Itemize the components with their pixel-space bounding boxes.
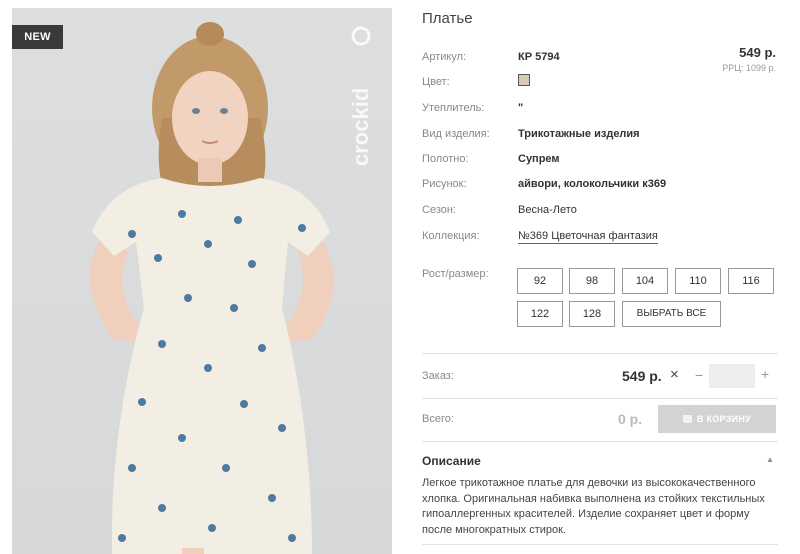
divider bbox=[422, 398, 778, 399]
size-button-98[interactable]: 98 bbox=[569, 268, 615, 294]
attribute-value: айвори, колокольчики к369 bbox=[518, 178, 667, 190]
attribute-label: Рисунок: bbox=[422, 178, 467, 190]
add-to-cart-label: В КОРЗИНУ bbox=[696, 414, 752, 424]
divider bbox=[422, 353, 778, 354]
quantity-input[interactable] bbox=[709, 364, 755, 388]
decrease-quantity-button[interactable]: − bbox=[695, 367, 703, 383]
size-button-128[interactable]: 128 bbox=[569, 301, 615, 327]
divider bbox=[422, 441, 778, 442]
product-image bbox=[89, 22, 334, 554]
product-price: 549 р. bbox=[739, 45, 776, 60]
select-all-sizes-button[interactable]: ВЫБРАТЬ ВСЕ bbox=[622, 301, 721, 327]
add-to-cart-button[interactable]: В КОРЗИНУ bbox=[658, 405, 776, 433]
collection-link[interactable]: №369 Цветочная фантазия bbox=[518, 230, 658, 244]
divider bbox=[422, 544, 778, 545]
attribute-label: Вид изделия: bbox=[422, 128, 490, 140]
order-price: 549 р. bbox=[622, 368, 662, 384]
size-button-92[interactable]: 92 bbox=[517, 268, 563, 294]
brand-logo: crockid bbox=[348, 26, 373, 166]
color-swatch[interactable] bbox=[518, 74, 530, 86]
attribute-value: " bbox=[518, 102, 524, 114]
size-button-116[interactable]: 116 bbox=[728, 268, 774, 294]
description-text: Легкое трикотажное платье для девочки из… bbox=[422, 477, 765, 536]
chevron-up-icon[interactable]: ▲ bbox=[766, 455, 774, 464]
increase-quantity-button[interactable]: + bbox=[761, 366, 769, 382]
order-label: Заказ: bbox=[422, 370, 454, 382]
new-badge: NEW bbox=[12, 25, 63, 49]
total-value: 0 р. bbox=[618, 411, 643, 427]
times-icon: × bbox=[670, 366, 679, 383]
attribute-value: Весна-Лето bbox=[518, 204, 577, 216]
attribute-label: Сезон: bbox=[422, 204, 456, 216]
attribute-label: Коллекция: bbox=[422, 230, 480, 242]
size-button-122[interactable]: 122 bbox=[517, 301, 563, 327]
total-label: Всего: bbox=[422, 413, 454, 425]
product-photo[interactable]: NEW crockid bbox=[12, 8, 392, 554]
product-title: Платье bbox=[422, 10, 473, 27]
attribute-label: Утеплитель: bbox=[422, 102, 485, 114]
attribute-label: Цвет: bbox=[422, 76, 450, 88]
attribute-label: Полотно: bbox=[422, 153, 469, 165]
attribute-value: КР 5794 bbox=[518, 51, 560, 63]
attribute-value: Супрем bbox=[518, 153, 560, 165]
size-button-104[interactable]: 104 bbox=[622, 268, 668, 294]
size-label: Рост/размер: bbox=[422, 268, 489, 280]
description-title[interactable]: Описание bbox=[422, 454, 481, 468]
attribute-value: Трикотажные изделия bbox=[518, 128, 640, 140]
attribute-label: Артикул: bbox=[422, 51, 467, 63]
size-button-110[interactable]: 110 bbox=[675, 268, 721, 294]
svg-text:crockid: crockid bbox=[348, 88, 373, 166]
cart-icon bbox=[682, 415, 692, 423]
recommended-retail-price: РРЦ: 1099 р. bbox=[722, 63, 776, 73]
